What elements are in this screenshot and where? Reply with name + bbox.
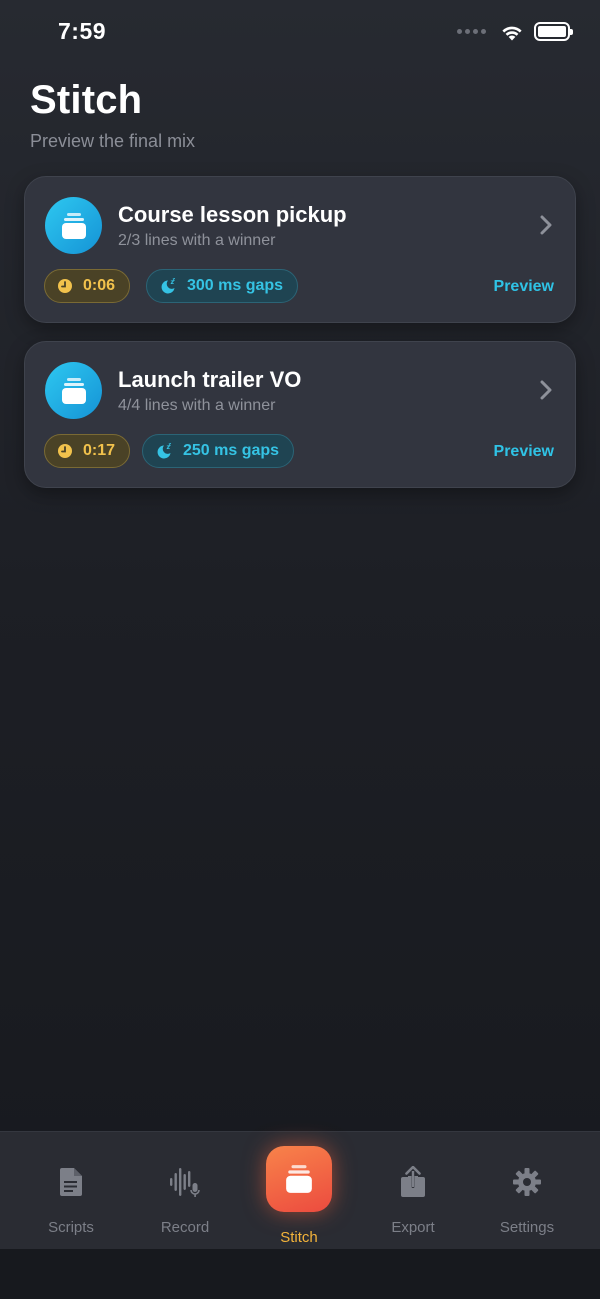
sleep-moon-icon: z z xyxy=(157,443,172,459)
document-icon xyxy=(59,1164,83,1200)
tab-label: Scripts xyxy=(48,1219,94,1236)
svg-text:z: z xyxy=(169,443,172,448)
preview-button[interactable]: Preview xyxy=(494,278,554,296)
status-bar: 7:59 xyxy=(0,0,600,66)
status-time: 7:59 xyxy=(58,18,107,44)
status-icons xyxy=(457,22,573,41)
battery-icon xyxy=(534,22,573,41)
duration-value: 0:17 xyxy=(83,442,116,459)
gap-value: 250 ms gaps xyxy=(183,442,280,459)
project-card-launch-trailer-vo[interactable]: Launch trailer VO 4/4 lines with a winne… xyxy=(24,341,576,488)
chevron-right-icon[interactable] xyxy=(539,215,553,235)
page-title: Stitch xyxy=(30,78,143,122)
project-title: Course lesson pickup xyxy=(118,202,347,227)
tab-stitch[interactable]: Stitch xyxy=(242,1132,356,1250)
tab-label: Settings xyxy=(499,1219,555,1236)
cellular-signal-icon xyxy=(457,29,486,34)
tab-scripts[interactable]: Scripts xyxy=(14,1132,128,1250)
wifi-icon xyxy=(502,26,522,40)
stack-icon xyxy=(45,362,102,419)
project-subtitle: 4/4 lines with a winner xyxy=(118,397,276,414)
project-title: Launch trailer VO xyxy=(118,367,302,392)
share-icon xyxy=(400,1164,426,1200)
sleep-moon-icon: z z xyxy=(161,278,176,294)
clock-icon xyxy=(58,279,72,293)
duration-badge: 0:06 xyxy=(44,269,131,303)
home-indicator-area xyxy=(0,1249,600,1299)
tab-export[interactable]: Export xyxy=(356,1132,470,1250)
gap-value: 300 ms gaps xyxy=(187,277,284,294)
tab-bar: Scripts Record Stitch Export Settings xyxy=(0,1131,600,1249)
duration-badge: 0:17 xyxy=(44,434,131,468)
tab-label: Record xyxy=(160,1219,210,1236)
stack-icon xyxy=(266,1146,332,1212)
gap-badge: z z 300 ms gaps xyxy=(146,269,299,303)
page-subtitle: Preview the final mix xyxy=(30,131,196,151)
tab-record[interactable]: Record xyxy=(128,1132,242,1250)
chevron-right-icon[interactable] xyxy=(539,380,553,400)
project-subtitle: 2/3 lines with a winner xyxy=(118,232,276,249)
tab-settings[interactable]: Settings xyxy=(470,1132,584,1250)
clock-icon xyxy=(58,444,72,458)
gap-badge: z z 250 ms gaps xyxy=(142,434,295,468)
tab-label: Stitch xyxy=(280,1229,318,1246)
duration-value: 0:06 xyxy=(83,277,116,294)
tab-label: Export xyxy=(391,1219,435,1236)
waveform-mic-icon xyxy=(169,1164,201,1200)
stack-icon xyxy=(45,197,102,254)
gear-icon xyxy=(512,1164,542,1200)
preview-button[interactable]: Preview xyxy=(494,443,554,461)
project-card-course-lesson-pickup[interactable]: Course lesson pickup 2/3 lines with a wi… xyxy=(24,176,576,323)
svg-text:z: z xyxy=(173,278,176,283)
